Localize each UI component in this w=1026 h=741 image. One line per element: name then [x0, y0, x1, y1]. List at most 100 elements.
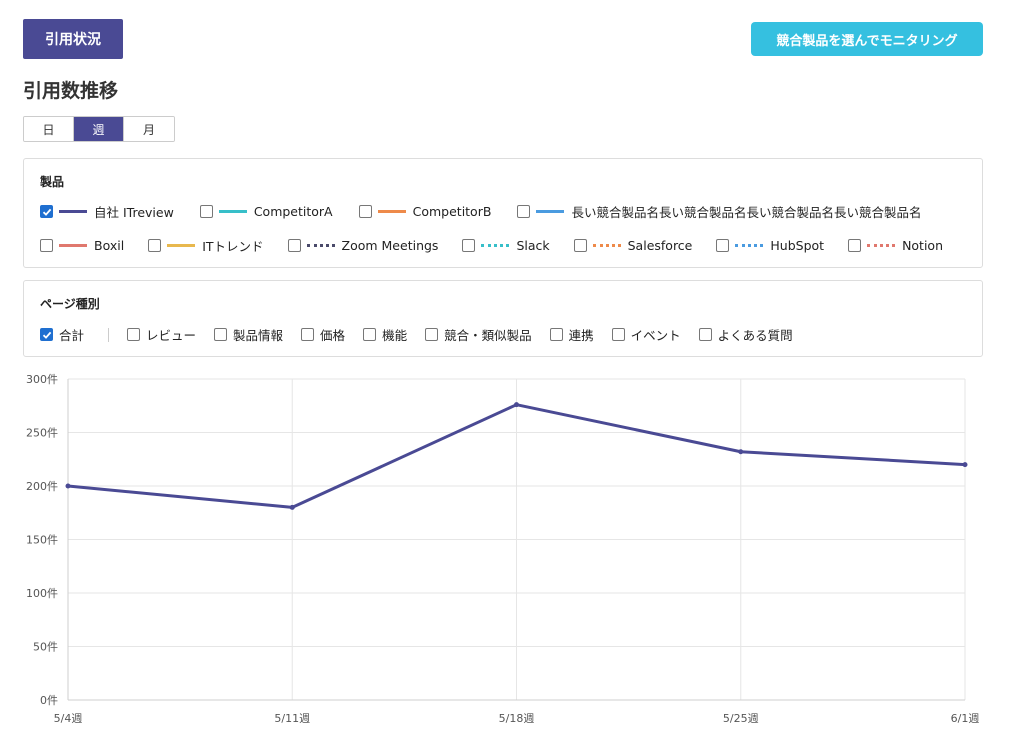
page-type-label: 価格 [320, 328, 346, 343]
product-option[interactable]: HubSpot [716, 238, 824, 253]
period-toggle: 日 週 月 [23, 116, 175, 142]
period-week-button[interactable]: 週 [74, 117, 124, 141]
series-color-swatch [218, 210, 247, 213]
y-tick-label: 0件 [40, 694, 58, 707]
period-day-button[interactable]: 日 [24, 117, 74, 141]
product-checkbox[interactable] [716, 239, 730, 252]
y-tick-label: 100件 [26, 587, 58, 600]
page-type-option[interactable]: 価格 [301, 325, 345, 344]
page-type-checkbox[interactable] [301, 328, 315, 341]
period-month-button[interactable]: 月 [124, 117, 174, 141]
data-point [738, 449, 744, 455]
page-type-checkbox[interactable] [363, 328, 377, 341]
page-type-option[interactable]: 機能 [363, 325, 407, 344]
product-option[interactable]: Boxil [40, 238, 124, 253]
y-tick-label: 50件 [33, 641, 58, 654]
product-checkbox[interactable] [287, 239, 301, 252]
data-point [514, 402, 519, 408]
series-color-swatch [481, 244, 510, 247]
page-type-filter-panel: ページ種別 合計 レビュー 製品情報 価格 機能 競合・類似製品 連携 イベント よくある質問 [23, 280, 983, 357]
product-checkbox[interactable] [517, 205, 531, 218]
product-label: Boxil [94, 238, 125, 253]
page-type-row: 合計 レビュー 製品情報 価格 機能 競合・類似製品 連携 イベント よくある質問 [40, 325, 811, 344]
section-title: 引用数推移 [23, 80, 119, 102]
page-type-option[interactable]: レビュー [127, 325, 196, 344]
x-tick-label: 6/1週 [951, 712, 980, 725]
product-checkbox[interactable] [848, 239, 862, 252]
product-checkbox[interactable] [358, 205, 372, 218]
product-checkbox[interactable] [462, 239, 476, 252]
monitor-competitors-button[interactable]: 競合製品を選んでモニタリング [751, 22, 983, 56]
page-type-checkbox[interactable] [214, 328, 228, 341]
page-type-label: 連携 [568, 328, 594, 343]
product-label: 自社 ITreview [94, 205, 174, 220]
product-row-1: 自社 ITreview CompetitorA CompetitorB 長い競合製品名… [40, 202, 947, 221]
series-color-swatch [592, 244, 621, 247]
x-tick-label: 5/4週 [54, 712, 83, 725]
y-tick-label: 250件 [26, 427, 58, 440]
product-option[interactable]: Notion [848, 238, 943, 253]
page-type-filter-label: ページ種別 [40, 297, 100, 311]
series-color-swatch [59, 210, 87, 213]
product-option[interactable]: CompetitorA [199, 204, 333, 219]
product-option[interactable]: Slack [462, 238, 550, 253]
page-type-total-checkbox[interactable] [40, 328, 53, 341]
product-label: CompetitorA [253, 204, 333, 219]
page-type-checkbox[interactable] [549, 328, 563, 341]
product-option[interactable]: ITトレンド [148, 236, 264, 255]
page-type-label: よくある質問 [717, 328, 793, 343]
product-checkbox[interactable] [199, 205, 213, 218]
series-color-swatch [735, 244, 764, 247]
product-label: CompetitorB [412, 204, 492, 219]
series-color-swatch [377, 210, 406, 213]
series-color-swatch [59, 244, 87, 247]
page-type-option[interactable]: 競合・類似製品 [425, 325, 532, 344]
x-tick-label: 5/11週 [274, 712, 310, 725]
page-type-total-label: 合計 [59, 328, 85, 343]
product-label: Zoom Meetings [341, 238, 439, 253]
product-label: 長い競合製品名長い競合製品名長い競合製品名長い競合製品名 [571, 205, 922, 220]
product-option[interactable]: 自社 ITreview [40, 202, 174, 221]
product-checkbox[interactable] [40, 239, 53, 252]
product-label: ITトレンド [202, 239, 264, 254]
product-checkbox[interactable] [148, 239, 162, 252]
series-color-swatch [536, 210, 565, 213]
data-point [65, 483, 71, 489]
page-type-option[interactable]: 製品情報 [214, 325, 283, 344]
x-tick-label: 5/25週 [723, 712, 759, 725]
page-type-label: 機能 [382, 328, 408, 343]
page-type-checkbox[interactable] [698, 328, 712, 341]
page-type-label: 製品情報 [233, 328, 284, 343]
y-tick-label: 150件 [26, 534, 58, 547]
product-option[interactable]: Salesforce [573, 238, 693, 253]
page-tab-citation-status[interactable]: 引用状況 [23, 19, 123, 59]
product-label: Slack [516, 238, 550, 253]
page-type-option[interactable]: 連携 [549, 325, 594, 344]
x-tick-label: 5/18週 [499, 712, 535, 725]
product-label: HubSpot [770, 238, 825, 253]
product-option[interactable]: 長い競合製品名長い競合製品名長い競合製品名長い競合製品名 [517, 202, 921, 221]
product-filter-panel: 製品 自社 ITreview CompetitorA CompetitorB 長い競合… [23, 158, 983, 268]
page-type-checkbox[interactable] [425, 328, 439, 341]
page-type-total-option[interactable]: 合計 [40, 325, 84, 344]
product-label: Salesforce [627, 238, 693, 253]
product-option[interactable]: CompetitorB [358, 204, 492, 219]
page-type-option[interactable]: イベント [611, 325, 681, 344]
product-checkbox[interactable] [573, 239, 587, 252]
product-option[interactable]: Zoom Meetings [287, 238, 439, 253]
data-point [289, 504, 295, 510]
data-point [962, 462, 968, 468]
series-color-swatch [306, 244, 335, 247]
product-row-2: Boxil ITトレンド Zoom Meetings Slack Salesforce H… [40, 236, 967, 255]
page-type-option[interactable]: よくある質問 [698, 325, 793, 344]
citation-trend-chart: 0件 50件 100件 150件 200件 250件 300件 5/4週 5/11週 5/18週 5… [26, 373, 980, 725]
series-color-swatch [167, 244, 196, 247]
page-type-checkbox[interactable] [611, 328, 625, 341]
product-filter-label: 製品 [40, 175, 65, 189]
page-type-checkbox[interactable] [127, 328, 141, 341]
product-checkbox[interactable] [40, 205, 53, 218]
divider [108, 327, 110, 342]
series-color-swatch [867, 244, 896, 247]
y-tick-label: 200件 [26, 480, 58, 493]
product-label: Notion [902, 238, 944, 253]
